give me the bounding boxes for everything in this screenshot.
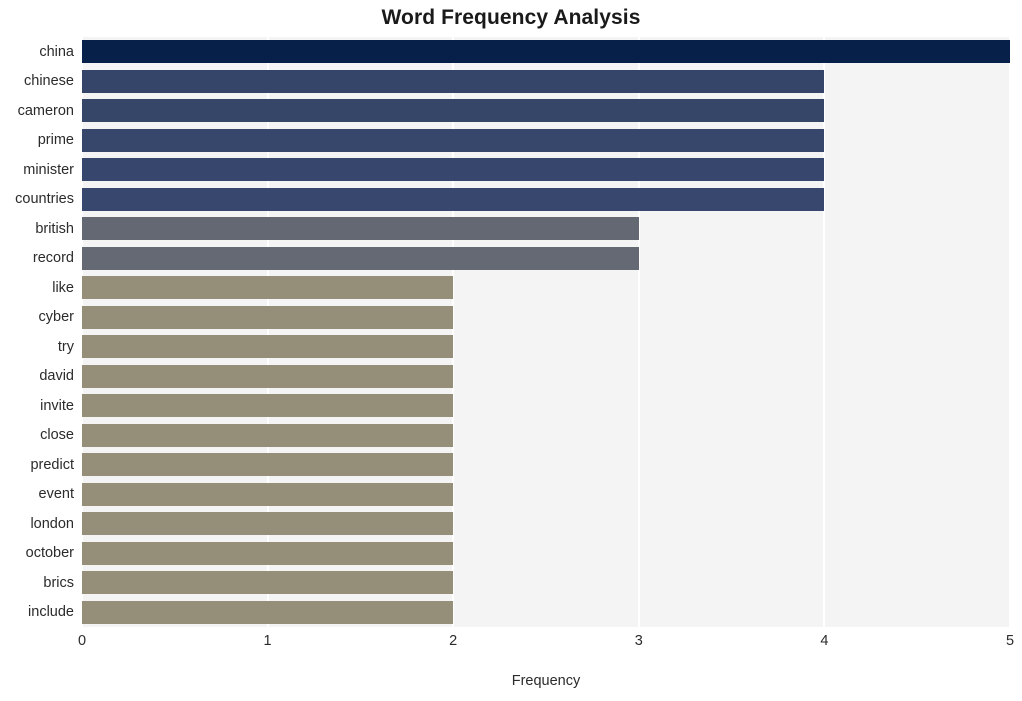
y-tick-label-include: include xyxy=(28,604,74,621)
bar-close[interactable] xyxy=(82,423,454,447)
bar-row xyxy=(82,305,1010,329)
bar-brics[interactable] xyxy=(82,571,454,595)
bar-chinese[interactable] xyxy=(82,69,825,93)
y-tick-label-prime: prime xyxy=(37,132,74,149)
bar-row xyxy=(82,482,1010,506)
y-tick-label-october: october xyxy=(25,545,74,562)
x-tick-label-5: 5 xyxy=(1005,633,1015,649)
y-tick-label-chinese: chinese xyxy=(24,73,74,90)
bar-british[interactable] xyxy=(82,217,639,241)
bar-row xyxy=(82,512,1010,536)
y-axis-tick-labels: china chinese cameron prime minister countrie… xyxy=(0,37,74,627)
bar-try[interactable] xyxy=(82,335,454,359)
y-tick-label-invite: invite xyxy=(40,397,74,414)
bar-row xyxy=(82,276,1010,300)
bars-container xyxy=(82,37,1010,627)
x-tick-label-4: 4 xyxy=(820,633,829,649)
plot-area xyxy=(81,37,1011,627)
bar-row xyxy=(82,128,1010,152)
bar-row xyxy=(82,40,1010,64)
bar-row xyxy=(82,453,1010,477)
bar-row xyxy=(82,187,1010,211)
bar-predict[interactable] xyxy=(82,453,454,477)
y-tick-label-try: try xyxy=(57,338,74,355)
y-tick-label-china: china xyxy=(39,43,74,60)
chart-title: Word Frequency Analysis xyxy=(381,6,641,29)
y-tick-label-record: record xyxy=(32,250,74,267)
bar-countries[interactable] xyxy=(82,187,825,211)
bar-invite[interactable] xyxy=(82,394,454,418)
y-tick-label-british: british xyxy=(35,220,74,237)
bar-row xyxy=(82,541,1010,565)
y-tick-label-london: london xyxy=(30,515,74,532)
bar-china[interactable] xyxy=(82,40,1010,64)
y-tick-label-countries: countries xyxy=(15,191,74,208)
bar-prime[interactable] xyxy=(82,128,825,152)
bar-october[interactable] xyxy=(82,541,454,565)
y-tick-label-like: like xyxy=(52,279,74,296)
y-tick-label-event: event xyxy=(38,486,74,503)
bar-minister[interactable] xyxy=(82,158,825,182)
bar-cyber[interactable] xyxy=(82,305,454,329)
bar-row xyxy=(82,600,1010,624)
bar-row xyxy=(82,217,1010,241)
x-tick-label-2: 2 xyxy=(449,633,458,649)
y-tick-label-minister: minister xyxy=(23,161,74,178)
y-tick-label-close: close xyxy=(40,427,74,444)
bar-row xyxy=(82,246,1010,270)
y-tick-label-david: david xyxy=(39,368,74,385)
x-axis-label: Frequency xyxy=(511,673,581,689)
x-tick-label-0: 0 xyxy=(77,633,87,649)
bar-row xyxy=(82,423,1010,447)
bar-row xyxy=(82,394,1010,418)
bar-cameron[interactable] xyxy=(82,99,825,123)
y-tick-label-cameron: cameron xyxy=(17,102,74,119)
bar-like[interactable] xyxy=(82,276,454,300)
bar-record[interactable] xyxy=(82,246,639,270)
x-tick-label-3: 3 xyxy=(634,633,643,649)
y-tick-label-predict: predict xyxy=(30,456,74,473)
bar-row xyxy=(82,158,1010,182)
bar-row xyxy=(82,571,1010,595)
x-axis-tick-labels: 0 1 2 3 4 5 xyxy=(0,633,1022,657)
y-tick-label-cyber: cyber xyxy=(38,309,74,326)
bar-row xyxy=(82,99,1010,123)
x-tick-label-1: 1 xyxy=(263,633,272,649)
word-frequency-chart-figure: Word Frequency Analysis china chinese came… xyxy=(0,0,1022,701)
bar-event[interactable] xyxy=(82,482,454,506)
bar-david[interactable] xyxy=(82,364,454,388)
bar-row xyxy=(82,364,1010,388)
bar-row xyxy=(82,335,1010,359)
bar-row xyxy=(82,69,1010,93)
bar-london[interactable] xyxy=(82,512,454,536)
y-tick-label-brics: brics xyxy=(43,574,74,591)
bar-include[interactable] xyxy=(82,600,454,624)
